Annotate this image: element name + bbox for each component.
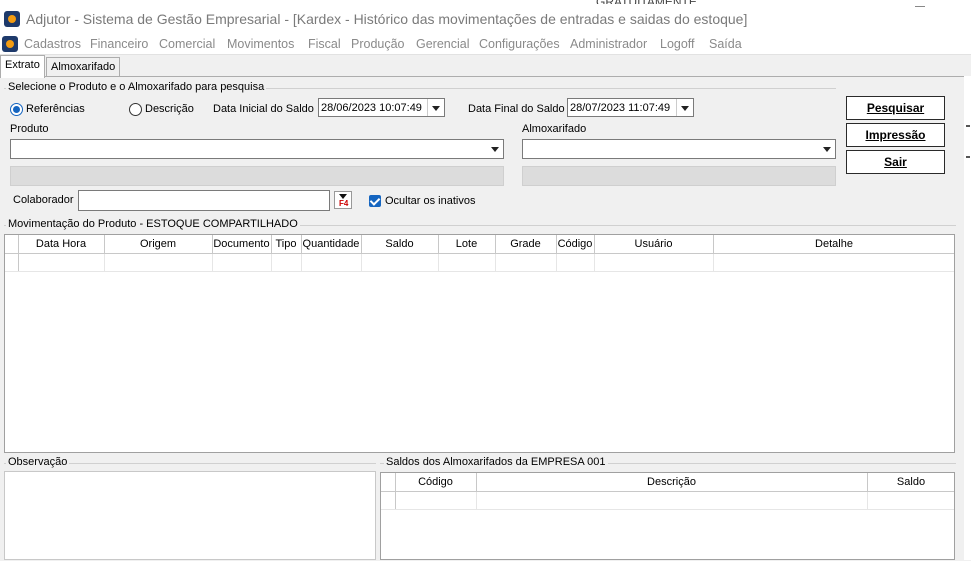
menu-fiscal[interactable]: Fiscal [308,37,341,51]
window-controls [853,0,971,8]
column-header[interactable]: Lote [438,235,496,254]
close-icon[interactable] [941,0,971,6]
column-header[interactable]: Saldo [361,235,439,254]
tab-extrato[interactable]: Extrato [0,55,45,78]
data-inicial-label: Data Inicial do Saldo : [213,103,321,115]
row-indicator-header [5,235,19,254]
almoxarifado-combo[interactable] [522,139,836,159]
table-row[interactable] [5,253,954,272]
chevron-down-icon[interactable] [676,99,693,116]
edge-marker [966,156,970,158]
menu-saida[interactable]: Saída [709,37,742,51]
column-header[interactable]: Código [395,473,477,492]
maximize-icon[interactable] [915,6,925,15]
movimentacao-grid[interactable]: Data Hora Origem Documento Tipo Quantida… [4,234,955,453]
observacao-textarea[interactable] [4,471,376,560]
produto-label: Produto [10,123,49,135]
column-header[interactable]: Quantidade [301,235,362,254]
saldos-group-title: Saldos dos Almoxarifados da EMPRESA 001 [384,456,608,468]
column-header[interactable]: Descrição [476,473,868,492]
radio-referencias-label: Referências [26,103,85,115]
column-header[interactable]: Origem [104,235,213,254]
column-header[interactable]: Usuário [594,235,714,254]
column-header[interactable]: Saldo [867,473,954,492]
chevron-down-icon[interactable] [427,99,444,116]
window-title: Adjutor - Sistema de Gestão Empresarial … [26,11,748,27]
data-final-value: 28/07/2023 11:07:49 [570,102,671,114]
pesquisar-button[interactable]: Pesquisar [846,96,945,120]
saldos-grid[interactable]: Código Descrição Saldo [380,472,955,560]
background-window-text: GRATUITAMENTE [596,0,697,4]
column-header[interactable]: Código [556,235,595,254]
app-logo-icon [4,11,20,27]
edge-marker [966,125,970,127]
colaborador-input[interactable] [78,190,330,211]
window-edge [964,76,971,560]
column-header[interactable]: Grade [495,235,557,254]
menu-administrador[interactable]: Administrador [570,37,647,51]
movimentacao-group-title: Movimentação do Produto - ESTOQUE COMPAR… [6,218,300,230]
colaborador-label: Colaborador [13,194,74,206]
produto-descricao-field [10,166,504,186]
search-group-title: Selecione o Produto e o Almoxarifado par… [6,81,267,93]
radio-descricao-label: Descrição [145,103,194,115]
column-header[interactable]: Data Hora [18,235,105,254]
menu-gerencial[interactable]: Gerencial [416,37,470,51]
menu-financeiro[interactable]: Financeiro [90,37,148,51]
menu-cadastros[interactable]: Cadastros [24,37,81,51]
ocultar-inativos-label: Ocultar os inativos [385,195,476,207]
menu-producao[interactable]: Produção [351,37,405,51]
data-final-label: Data Final do Saldo : [468,103,571,115]
row-indicator-header [381,473,396,492]
ocultar-inativos-checkbox[interactable] [369,195,381,207]
menu-movimentos[interactable]: Movimentos [227,37,294,51]
radio-referencias[interactable] [10,103,23,116]
radio-descricao[interactable] [129,103,142,116]
tab-almoxarifado[interactable]: Almoxarifado [46,57,121,77]
produto-combo[interactable] [10,139,504,159]
column-header[interactable]: Tipo [271,235,302,254]
table-row[interactable] [381,491,954,510]
column-header[interactable]: Detalhe [713,235,954,254]
chevron-down-icon[interactable] [819,140,835,157]
observacao-group-title: Observação [6,456,70,468]
data-final-field[interactable]: 28/07/2023 11:07:49 [567,98,694,117]
data-inicial-field[interactable]: 28/06/2023 10:07:49 [318,98,445,117]
menu-logoff[interactable]: Logoff [660,37,695,51]
almoxarifado-label: Almoxarifado [522,123,587,135]
menu-configuracoes[interactable]: Configurações [479,37,560,51]
data-inicial-value: 28/06/2023 10:07:49 [321,102,422,114]
f4-lookup-icon[interactable]: F4 [334,191,352,209]
almoxarifado-descricao-field [522,166,836,186]
mdi-child-icon[interactable] [2,36,18,52]
sair-button[interactable]: Sair [846,150,945,174]
impressao-button[interactable]: Impressão [846,123,945,147]
column-header[interactable]: Documento [212,235,272,254]
chevron-down-icon[interactable] [487,140,503,157]
minimize-icon[interactable] [853,0,883,6]
menu-comercial[interactable]: Comercial [159,37,215,51]
